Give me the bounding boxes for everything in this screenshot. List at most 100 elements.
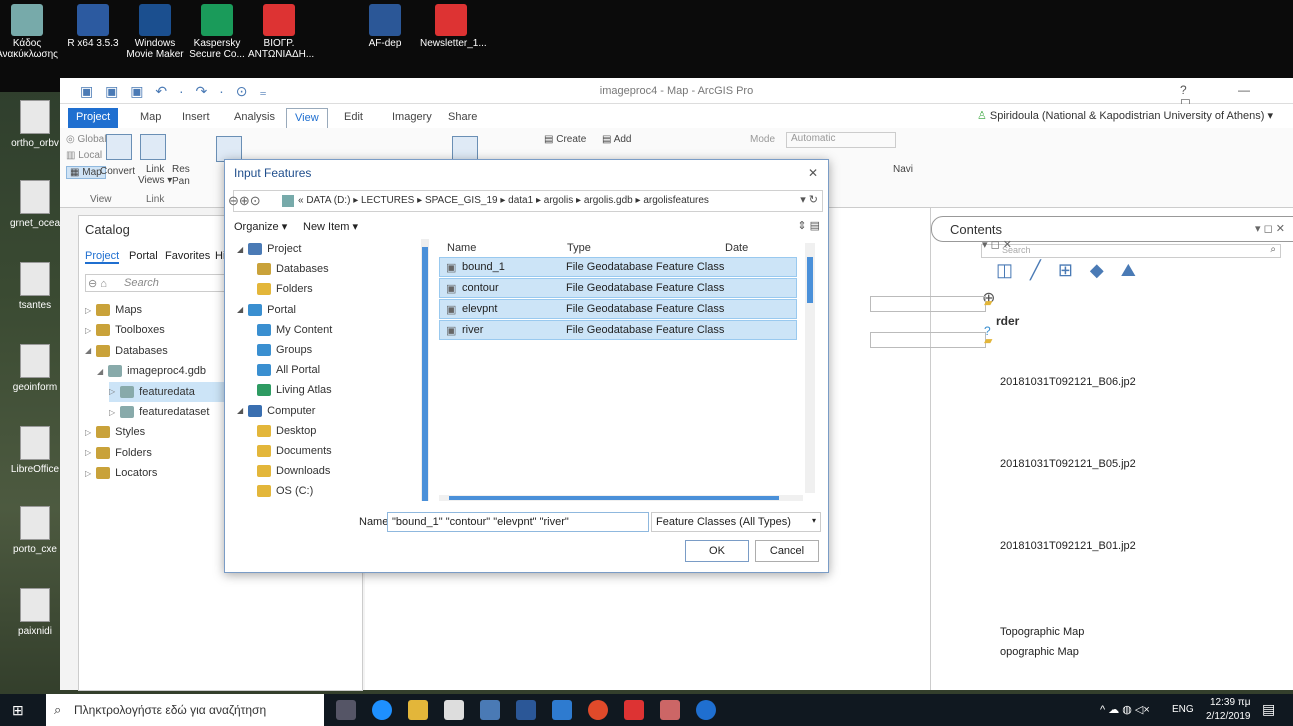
nav-arrows-icon[interactable]: ⊖⊕⊙ — [228, 193, 261, 209]
user-account[interactable]: ♙ Spiridoula (National & Kapodistrian Un… — [977, 109, 1273, 122]
tab-imagery[interactable]: Imagery — [384, 108, 440, 128]
catalog-item[interactable]: ▷ Maps — [85, 300, 142, 320]
pane-options-icon[interactable]: ▾ ◻ ✕ — [1255, 222, 1285, 235]
raster-item[interactable]: 20181031T092121_B05.jp2 — [1000, 458, 1136, 470]
tab-analysis[interactable]: Analysis — [226, 108, 283, 128]
breadcrumb-item[interactable]: argolis — [544, 195, 573, 206]
notifications-icon[interactable]: ▤ — [1262, 701, 1275, 718]
basemap-item[interactable]: Topographic Map — [1000, 626, 1084, 638]
desktop-icon[interactable]: Newsletter_1... — [420, 0, 487, 49]
nav-item[interactable]: Groups — [257, 340, 312, 360]
input-field-1[interactable] — [870, 296, 986, 312]
desktop-icon[interactable]: Κάδος Ανακύκλωσης — [0, 0, 58, 60]
back-icon[interactable]: ⊖ ⌂ — [88, 277, 107, 290]
raster-item[interactable]: 20181031T092121_B06.jp2 — [1000, 376, 1136, 388]
global-button[interactable]: ◎ Global — [66, 134, 106, 145]
store-icon[interactable] — [444, 700, 464, 720]
column-date[interactable]: Date — [725, 239, 748, 257]
catalog-search-input[interactable]: Search — [124, 277, 159, 289]
filter-dropdown[interactable]: Feature Classes (All Types) ▾ — [651, 512, 821, 532]
clock-date[interactable]: 2/12/2019 — [1206, 711, 1251, 722]
nav-item[interactable]: My Content — [257, 320, 332, 340]
catalog-tab-project[interactable]: Project — [85, 250, 120, 264]
file-explorer-icon[interactable] — [408, 700, 428, 720]
input-field-2[interactable] — [870, 332, 986, 348]
column-name[interactable]: Name — [447, 239, 476, 257]
nav-item[interactable]: Desktop — [257, 421, 316, 441]
expand-arrow-icon[interactable]: ▷ — [85, 428, 91, 437]
pdf-icon[interactable] — [660, 700, 680, 720]
task-view-icon[interactable] — [336, 700, 356, 720]
breadcrumb-item[interactable]: « DATA (D:) — [298, 195, 350, 206]
desktop-icon[interactable]: ΒΙΟΓΡ. ΑΝΤΩΝΙΑΔΗ... — [248, 0, 314, 60]
cancel-button[interactable]: Cancel — [755, 540, 819, 562]
folder-icon[interactable]: ▰ — [984, 296, 992, 309]
address-bar[interactable]: ⊖⊕⊙ « DATA (D:) ▸ LECTURES ▸ SPACE_GIS_1… — [228, 190, 823, 212]
breadcrumb-item[interactable]: argolisfeatures — [643, 195, 709, 206]
tab-map[interactable]: Map — [132, 108, 169, 128]
tab-project[interactable]: Project — [68, 108, 119, 128]
catalog-item[interactable]: ▷ Toolboxes — [85, 320, 165, 340]
add-button[interactable]: ▤ Add — [602, 134, 631, 145]
catalog-item[interactable]: ◢ Databases — [85, 341, 168, 361]
res-button[interactable]: Res — [172, 164, 190, 175]
name-input[interactable]: "bound_1" "contour" "elevpnt" "river" — [387, 512, 649, 532]
tray-icons[interactable]: ^ ☁ ◍ ◁× — [1100, 703, 1150, 716]
mode-dropdown[interactable]: Automatic — [786, 132, 896, 148]
close-icon[interactable]: ✕ — [808, 166, 818, 180]
catalog-item[interactable]: ▷ featuredataset — [109, 402, 210, 422]
file-row[interactable]: ▣ river File Geodatabase Feature Class — [439, 320, 797, 340]
pan-button[interactable]: Pan — [172, 176, 190, 187]
expand-arrow-icon[interactable]: ▷ — [85, 469, 91, 478]
breadcrumb[interactable]: « DATA (D:) ▸ LECTURES ▸ SPACE_GIS_19 ▸ … — [298, 195, 709, 206]
catalog-item[interactable]: ▷ Locators — [85, 463, 157, 483]
nav-item[interactable]: Downloads — [257, 461, 330, 481]
collapse-arrow-icon[interactable]: ◢ — [237, 305, 243, 314]
collapse-arrow-icon[interactable]: ◢ — [237, 245, 243, 254]
local-button[interactable]: ▥ Local — [66, 150, 102, 161]
breadcrumb-item[interactable]: data1 — [508, 195, 533, 206]
language-indicator[interactable]: ENG — [1172, 704, 1194, 715]
file-row[interactable]: ▣ contour File Geodatabase Feature Class — [439, 278, 797, 298]
ok-button[interactable]: OK — [685, 540, 749, 562]
edge-icon[interactable] — [372, 700, 392, 720]
pane-pin-icon[interactable]: ▾ ◻ ✕ — [982, 238, 1012, 251]
navi-button[interactable]: Navi — [893, 164, 913, 175]
create-button[interactable]: ▤ Create — [544, 134, 586, 145]
new-item-menu[interactable]: New Item ▾ — [303, 220, 358, 233]
arcgis-icon[interactable] — [696, 700, 716, 720]
breadcrumb-item[interactable]: SPACE_GIS_19 — [425, 195, 498, 206]
nav-scrollbar[interactable] — [421, 239, 429, 501]
collapse-arrow-icon[interactable]: ◢ — [237, 406, 243, 415]
expand-arrow-icon[interactable]: ▷ — [109, 408, 115, 417]
tab-share[interactable]: Share — [440, 108, 485, 128]
column-type[interactable]: Type — [567, 239, 591, 257]
file-list-h-scrollbar[interactable] — [439, 495, 803, 501]
word-icon[interactable] — [516, 700, 536, 720]
nav-item[interactable]: Databases — [257, 259, 329, 279]
expand-arrow-icon[interactable]: ▷ — [85, 326, 91, 335]
nav-item[interactable]: ◢ Project — [237, 239, 301, 259]
clock-time[interactable]: 12:39 πμ — [1210, 697, 1250, 708]
windows-start-icon[interactable]: ⊞ — [12, 702, 24, 719]
expand-arrow-icon[interactable]: ▷ — [85, 448, 91, 457]
mail-icon[interactable] — [480, 700, 500, 720]
catalog-tab-portal[interactable]: Portal — [129, 250, 158, 262]
folder-icon[interactable]: ▰ — [984, 334, 992, 347]
tab-insert[interactable]: Insert — [174, 108, 218, 128]
contents-search[interactable]: Search ⌕ — [981, 244, 1281, 258]
edit-tools-icon[interactable]: ◫ ╱ ⊞ ◆ ⛰ — [996, 260, 1142, 281]
nav-item[interactable]: ◢ Portal — [237, 300, 296, 320]
nav-item[interactable]: Folders — [257, 279, 313, 299]
organize-menu[interactable]: Organize ▾ — [234, 220, 287, 233]
taskbar-search[interactable]: ⌕ Πληκτρολογήστε εδώ για αναζήτηση — [46, 694, 324, 726]
collapse-arrow-icon[interactable]: ◢ — [85, 346, 91, 355]
chrome-icon[interactable] — [588, 700, 608, 720]
collapse-arrow-icon[interactable]: ◢ — [97, 367, 103, 376]
tab-view[interactable]: View — [286, 108, 328, 128]
breadcrumb-item[interactable]: argolis.gdb — [584, 195, 633, 206]
desktop-icon[interactable]: Windows Movie Maker — [124, 0, 186, 60]
nav-item[interactable]: All Portal — [257, 360, 320, 380]
nav-item[interactable]: Living Atlas — [257, 380, 332, 400]
scroll-thumb[interactable] — [807, 257, 813, 303]
